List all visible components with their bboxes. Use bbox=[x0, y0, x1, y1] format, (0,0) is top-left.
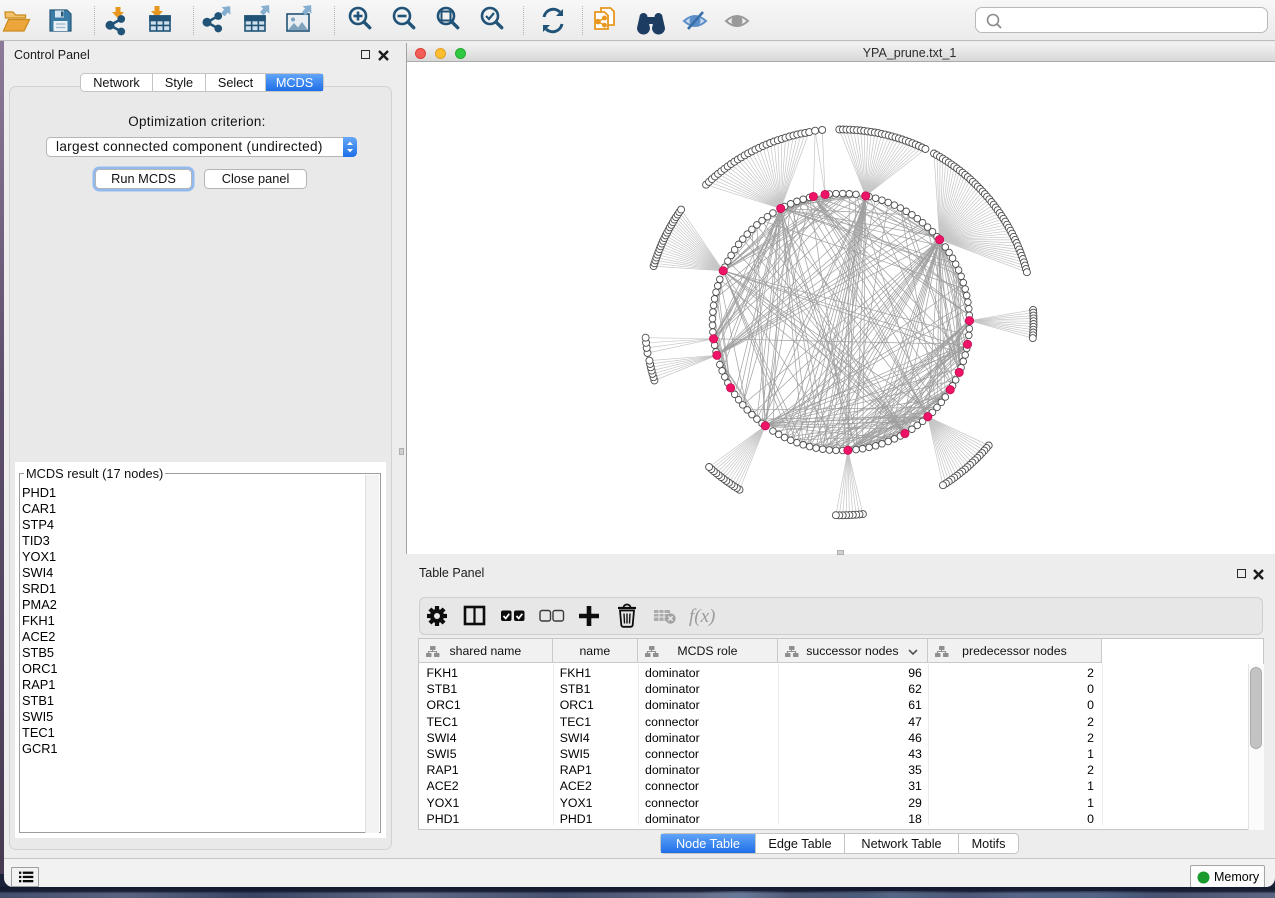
svg-text:f(x): f(x) bbox=[689, 606, 715, 627]
